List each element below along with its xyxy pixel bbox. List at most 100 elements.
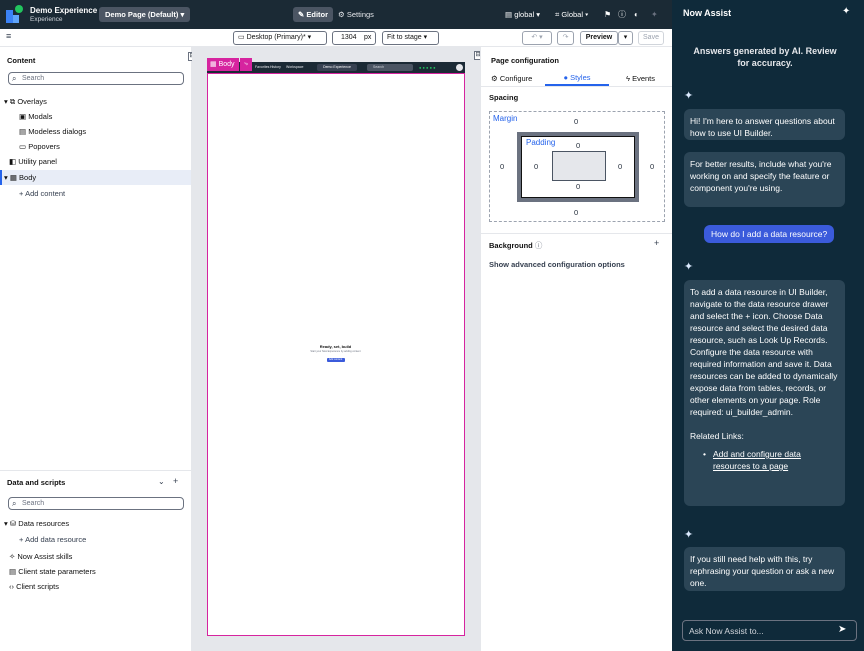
preview-button[interactable]: Preview: [580, 31, 618, 45]
body-tag-label: Body: [218, 61, 235, 68]
add-background-icon[interactable]: +: [654, 238, 659, 248]
margin-top-value[interactable]: 0: [574, 117, 578, 126]
tree-item-now-assist-skills[interactable]: ✧ Now Assist skills: [9, 552, 72, 561]
sparkle-icon[interactable]: ✦: [842, 6, 850, 17]
background-text: Background: [489, 241, 533, 250]
modeless-label: Modeless dialogs: [28, 127, 87, 136]
tabs-divider: [481, 86, 672, 87]
tree-item-body[interactable]: ▾ ▦ Body: [4, 173, 36, 182]
tree-item-data-resources[interactable]: ▾ ⛁ Data resources: [4, 519, 69, 528]
add-icon[interactable]: +: [173, 476, 178, 486]
assist-disclaimer: Answers generated by AI. Review for accu…: [693, 46, 837, 68]
page-body-frame[interactable]: Ready, set, build Start your Now Experie…: [207, 73, 465, 636]
info-icon[interactable]: ⓘ: [535, 241, 543, 250]
modal-icon: ▣: [19, 112, 27, 121]
settings-button[interactable]: ⚙ Settings: [338, 7, 374, 22]
add-data-resource-link[interactable]: + Add data resource: [19, 535, 86, 544]
padding-top-value[interactable]: 0: [576, 141, 580, 150]
help-icon[interactable]: ⓘ: [618, 7, 626, 22]
fit-selector[interactable]: Fit to stage ▾: [382, 31, 439, 45]
tree-item-client-state[interactable]: ▤ Client state parameters: [9, 567, 96, 576]
assist-input[interactable]: Ask Now Assist to... ➤: [682, 620, 857, 641]
mini-icons: ● ● ● ● ●: [419, 65, 436, 70]
margin-left-value[interactable]: 0: [500, 162, 504, 171]
tree-item-utility-panel[interactable]: ◧ Utility panel: [9, 157, 57, 166]
table-icon: ▤: [9, 567, 17, 576]
tree-item-modals[interactable]: ▣ Modals: [19, 112, 52, 121]
modals-label: Modals: [28, 112, 53, 121]
body-label: Body: [19, 173, 37, 182]
preview-menu-button[interactable]: ▾: [618, 31, 633, 45]
tab-events-label: Events: [632, 74, 656, 83]
assist-answer: To add a data resource in UI Builder, na…: [684, 280, 845, 506]
data-search-input[interactable]: ⌕ Search: [8, 497, 184, 510]
tree-item-client-scripts[interactable]: ‹› Client scripts: [9, 582, 59, 591]
margin-bottom-value[interactable]: 0: [574, 208, 578, 217]
add-content-label: Add content: [25, 189, 66, 198]
pencil-icon: ✎: [297, 10, 305, 19]
select-parent-icon[interactable]: ⤷: [240, 58, 252, 71]
overlays-label: Overlays: [17, 97, 47, 106]
lightning-icon: ϟ: [626, 74, 630, 83]
add-data-resource-label: Add data resource: [25, 535, 87, 544]
undo-button[interactable]: ↶ ▾: [522, 31, 552, 45]
gear-icon: ⚙: [491, 74, 498, 83]
assist-message-followup: If you still need help with this, try re…: [684, 547, 845, 591]
padding-right-value[interactable]: 0: [618, 162, 622, 171]
scope-selector[interactable]: ▤ global ▾: [505, 7, 540, 22]
empty-state-subtitle: Start your Now Experience by adding cont…: [310, 350, 361, 353]
utility-label: Utility panel: [18, 157, 57, 166]
tree-item-overlays[interactable]: ▾ ⧉ Overlays: [4, 97, 47, 107]
sparkle-icon[interactable]: ✦: [651, 7, 658, 22]
width-input[interactable]: 1304 px: [332, 31, 376, 45]
width-value: 1304: [341, 34, 357, 41]
settings-label: Settings: [346, 10, 374, 19]
scope-label: global: [514, 10, 535, 19]
redo-button[interactable]: ↷: [557, 31, 574, 45]
editor-button[interactable]: ✎ Editor: [293, 7, 333, 22]
menu-icon[interactable]: ≡: [6, 31, 11, 41]
tab-styles[interactable]: ● Styles: [545, 69, 609, 86]
divider: [0, 470, 191, 471]
mini-center-pill: Demo Experience: [317, 64, 357, 71]
app-subtitle: Experience: [30, 16, 63, 23]
empty-state: Ready, set, build Start your Now Experie…: [208, 344, 463, 362]
spacing-divider: [481, 233, 672, 234]
send-icon[interactable]: ➤: [838, 624, 846, 635]
sparkle-icon: ✧: [9, 552, 16, 561]
save-button[interactable]: Save: [638, 31, 664, 45]
page-selector[interactable]: Demo Page (Default) ▾: [99, 7, 191, 22]
search-icon: ⌕: [12, 74, 17, 83]
padding-bottom-value[interactable]: 0: [576, 182, 580, 191]
editor-label: Editor: [306, 10, 329, 19]
tree-item-modeless[interactable]: ▤ Modeless dialogs: [19, 127, 86, 136]
tab-events[interactable]: ϟ Events: [626, 74, 655, 83]
content-search-input[interactable]: ⌕ Search: [8, 72, 184, 85]
related-title: Related Links:: [690, 431, 744, 441]
code-icon: ‹›: [9, 582, 14, 591]
margin-right-value[interactable]: 0: [650, 162, 654, 171]
data-scripts-title: Data and scripts: [7, 478, 66, 487]
empty-add-content-button[interactable]: Add content: [326, 358, 345, 362]
mini-nav-workspace: Workspace: [286, 65, 304, 69]
body-selection-tag[interactable]: ▦ Body: [207, 58, 239, 71]
translate-icon: ⌗: [555, 10, 560, 19]
background-label: Background ⓘ: [489, 240, 542, 251]
tab-configure[interactable]: ⚙ Configure: [491, 74, 532, 83]
contrast-icon[interactable]: ◐: [634, 7, 639, 22]
language-selector[interactable]: ⌗ Global ▾: [555, 7, 588, 22]
popover-icon: ▭: [19, 142, 27, 151]
grid-icon: ▦: [9, 173, 17, 182]
grid-icon: ▦: [210, 61, 217, 68]
advanced-options-link[interactable]: Show advanced configuration options: [489, 260, 625, 269]
app-title: Demo Experience: [30, 6, 98, 15]
padding-left-value[interactable]: 0: [534, 162, 538, 171]
related-link[interactable]: Add and configure data resources to a pa…: [713, 448, 839, 472]
tree-item-popovers[interactable]: ▭ Popovers: [19, 142, 60, 151]
chevron-down-icon[interactable]: ⌄: [158, 477, 165, 486]
add-content-link[interactable]: + Add content: [19, 189, 65, 198]
megaphone-icon[interactable]: ⚑: [604, 7, 611, 22]
viewport-selector[interactable]: ▭ Desktop (Primary)* ▾: [233, 31, 327, 45]
answer-text: To add a data resource in UI Builder, na…: [690, 287, 838, 417]
related-list: • Add and configure data resources to a …: [690, 448, 839, 472]
